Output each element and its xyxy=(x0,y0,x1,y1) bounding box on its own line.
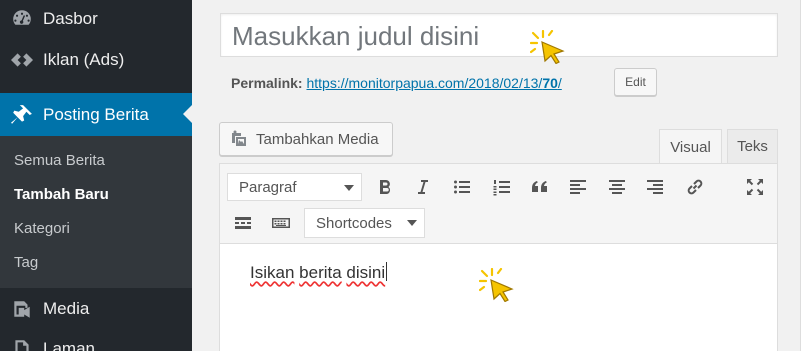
bullet-list-button[interactable] xyxy=(448,173,476,201)
permalink-edit-button[interactable]: Edit xyxy=(614,68,657,96)
content-editor: Paragraf Shortcodes Isikan berita disini xyxy=(219,163,778,351)
submenu-item-tag[interactable]: Tag xyxy=(14,254,38,271)
insert-more-button[interactable] xyxy=(229,209,257,237)
align-left-icon xyxy=(570,180,586,194)
numbered-list-button[interactable] xyxy=(488,173,516,201)
align-right-icon xyxy=(647,180,663,194)
keyboard-icon xyxy=(272,218,290,228)
toolbar-toggle-button[interactable] xyxy=(267,209,295,237)
menu-item-dasbor[interactable]: Dasbor xyxy=(0,0,192,38)
align-center-icon xyxy=(609,180,625,194)
content-word: disini xyxy=(346,263,386,282)
menu-label: Media xyxy=(43,299,90,318)
quote-icon xyxy=(532,181,547,192)
fullscreen-icon xyxy=(747,179,763,195)
chevron-down-icon xyxy=(344,185,354,191)
pages-icon xyxy=(9,336,35,351)
tab-teks[interactable]: Teks xyxy=(727,129,778,163)
insert-link-button[interactable] xyxy=(681,173,709,201)
editor-toolbar: Paragraf Shortcodes xyxy=(220,164,777,244)
shortcodes-select-value: Shortcodes xyxy=(316,214,392,232)
menu-label: Iklan (Ads) xyxy=(43,50,125,69)
bold-icon xyxy=(380,180,391,194)
format-select-value: Paragraf xyxy=(239,178,297,196)
align-left-button[interactable] xyxy=(564,173,592,201)
permalink-slug: 70 xyxy=(542,75,558,91)
pointer-cursor-icon xyxy=(479,268,514,302)
italic-icon xyxy=(418,180,428,194)
media-icon xyxy=(9,296,35,322)
italic-button[interactable] xyxy=(409,173,437,201)
tab-visual[interactable]: Visual xyxy=(659,129,722,164)
dashboard-icon xyxy=(9,6,35,32)
blockquote-button[interactable] xyxy=(526,173,554,201)
submenu-item-semua-berita[interactable]: Semua Berita xyxy=(14,152,105,169)
shortcodes-select[interactable]: Shortcodes xyxy=(304,208,425,238)
format-select[interactable]: Paragraf xyxy=(227,173,362,201)
ads-icon xyxy=(9,47,35,73)
bold-button[interactable] xyxy=(371,173,399,201)
permalink-end: / xyxy=(557,75,562,91)
content-word: berita xyxy=(299,263,342,282)
pointer-cursor-icon xyxy=(530,30,565,64)
read-more-icon xyxy=(235,217,251,229)
menu-label: Posting Berita xyxy=(43,104,149,124)
admin-sidebar: Dasbor Iklan (Ads) Posting Berita Semua … xyxy=(0,0,192,351)
menu-item-posting-berita[interactable]: Posting Berita xyxy=(0,93,192,136)
numbered-list-icon xyxy=(493,180,510,196)
menu-item-media[interactable]: Media xyxy=(0,290,192,328)
title-placeholder: Masukkan judul disini xyxy=(232,21,480,51)
permalink-link[interactable]: https://monitorpapua.com/2018/02/13/70/ xyxy=(306,75,561,91)
submenu-item-kategori[interactable]: Kategori xyxy=(14,220,70,237)
align-center-button[interactable] xyxy=(603,173,631,201)
menu-label: Laman xyxy=(43,339,95,351)
permalink-base: https://monitorpapua.com/2018/02/13/ xyxy=(306,75,543,91)
add-media-icon xyxy=(232,130,246,146)
content-text-area[interactable]: Isikan berita disini xyxy=(250,262,388,283)
menu-label: Dasbor xyxy=(43,9,98,28)
link-icon xyxy=(687,179,703,195)
align-right-button[interactable] xyxy=(641,173,669,201)
chevron-down-icon xyxy=(407,220,417,226)
posting-submenu: Semua Berita Tambah Baru Kategori Tag xyxy=(0,136,192,288)
bullet-list-icon xyxy=(454,180,470,194)
permalink-label: Permalink: xyxy=(231,75,303,91)
post-title-input[interactable]: Masukkan judul disini xyxy=(220,13,778,57)
text-caret xyxy=(386,262,388,281)
add-media-button[interactable]: Tambahkan Media xyxy=(219,122,393,156)
submenu-item-tambah-baru[interactable]: Tambah Baru xyxy=(14,186,109,203)
side-panel-edge xyxy=(800,0,812,351)
pin-icon xyxy=(9,102,35,128)
fullscreen-button[interactable] xyxy=(741,173,769,201)
menu-item-laman[interactable]: Laman xyxy=(0,330,192,351)
add-media-label: Tambahkan Media xyxy=(256,130,379,148)
content-word: Isikan xyxy=(250,263,295,282)
permalink-row: Permalink: https://monitorpapua.com/2018… xyxy=(231,74,562,92)
menu-item-iklan[interactable]: Iklan (Ads) xyxy=(0,41,192,79)
